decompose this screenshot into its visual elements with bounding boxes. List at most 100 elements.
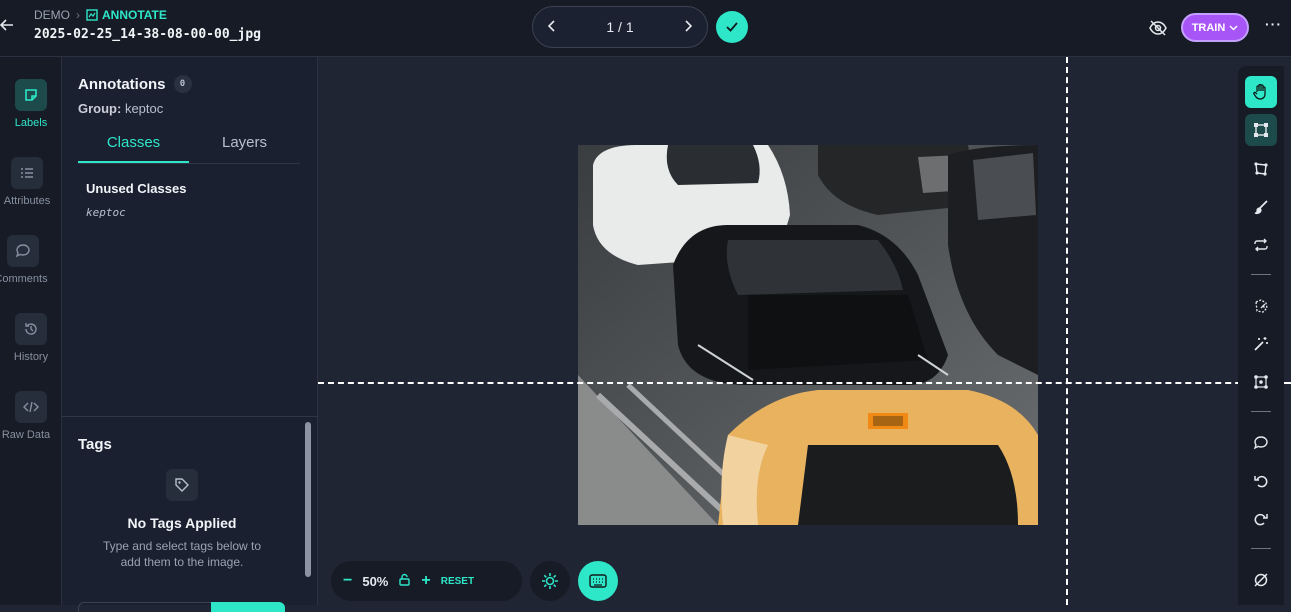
zoom-controls: − 50% + RESET [331,561,522,601]
polygon-tool-button[interactable] [1245,153,1277,185]
history-icon [15,313,47,345]
code-icon [15,391,47,423]
rail-item-label: Labels [14,117,48,129]
repeat-icon [1254,238,1268,252]
zoom-percent: 50% [362,573,389,589]
brush-tool-button[interactable] [1245,191,1277,223]
keyboard-shortcuts-button[interactable] [578,561,618,601]
annotations-heading: Annotations 0 [78,75,192,93]
keypoint-tool-button[interactable] [1245,366,1277,398]
annotation-canvas[interactable] [318,57,1238,605]
image-filename: 2025-02-25_14-38-08-00-00_jpg [34,27,261,42]
panel-scrollbar[interactable] [305,422,311,577]
redo-icon [1254,513,1268,526]
toolbar-divider [1251,548,1271,549]
previous-image-icon[interactable] [547,19,557,35]
comment-tool-button[interactable] [1245,427,1277,459]
unused-class-item[interactable]: keptoc [86,206,126,219]
polygon-icon [1254,162,1268,176]
chevron-right-icon: › [76,8,80,22]
annotations-panel: Annotations 0 Group: keptoc Classes Laye… [62,57,318,612]
check-icon [726,22,738,32]
null-icon [1254,573,1268,587]
no-tags-description: Type and select tags below to add them t… [102,539,262,569]
image-pager: 1 / 1 [532,6,708,48]
group-info: Group: keptoc [78,101,163,116]
next-image-icon[interactable] [683,19,693,35]
lock-open-icon[interactable] [398,573,411,589]
toolbar-divider [1251,274,1271,275]
tags-section: Tags No Tags Applied Type and select tag… [62,416,318,612]
redo-button[interactable] [1245,503,1277,535]
convert-tool-button[interactable] [1245,229,1277,261]
magic-wand-icon [1254,337,1268,351]
breadcrumb: DEMO › ANNOTATE [34,8,167,22]
breadcrumb-root[interactable]: DEMO [34,8,70,22]
more-options-icon[interactable]: ··· [1265,16,1282,32]
back-arrow-icon[interactable] [0,18,16,36]
group-label: Group: [78,101,122,116]
tab-classes[interactable]: Classes [78,127,189,163]
brightness-button[interactable] [530,561,570,601]
crosshair-horizontal-line [318,382,1238,384]
rail-item-raw-data[interactable]: Raw Data [0,391,57,441]
zoom-in-button[interactable]: + [421,572,430,590]
breadcrumb-current-label: ANNOTATE [102,8,167,22]
sun-icon [542,573,558,589]
eye-off-icon[interactable] [1148,18,1168,38]
toolbar-divider [1251,411,1271,412]
undo-icon [1254,475,1268,488]
rail-item-label: Comments [0,273,48,285]
rail-item-label: Attributes [3,195,51,207]
comment-icon [7,235,39,267]
crosshair-horizontal-line-tail [1284,382,1291,384]
rail-item-attributes[interactable]: Attributes [0,157,58,207]
rail-item-label: History [13,351,49,363]
group-value: keptoc [124,101,164,116]
label-icon [15,79,47,111]
top-bar: DEMO › ANNOTATE 2025-02-25_14-38-08-00-0… [0,0,1291,57]
tags-heading: Tags [78,436,112,453]
hand-icon [1253,83,1266,100]
smart-polygon-icon [1255,299,1268,313]
rail-item-comments[interactable]: Comments [0,235,52,285]
unused-classes-heading: Unused Classes [86,181,187,196]
add-tag-button[interactable] [211,602,285,612]
rail-item-label: Raw Data [1,429,51,441]
tab-layers[interactable]: Layers [189,127,300,163]
magic-wand-tool-button[interactable] [1245,328,1277,360]
zoom-reset-button[interactable]: RESET [441,576,474,587]
comment-icon [1253,436,1268,450]
undo-button[interactable] [1245,465,1277,497]
annotation-tabs: Classes Layers [78,127,300,164]
annotations-title: Annotations [78,75,166,93]
annotations-count-badge: 0 [173,75,192,93]
keyboard-icon [589,574,607,588]
annotate-icon [86,9,98,21]
no-tags-title: No Tags Applied [127,515,237,531]
rail-item-history[interactable]: History [0,313,62,363]
train-label: TRAIN [1191,21,1226,34]
keypoints-icon [1254,375,1268,389]
approve-check-button[interactable] [716,11,748,43]
tag-icon [166,469,198,501]
tag-input[interactable] [78,602,212,612]
crosshair-vertical-line [1066,57,1068,605]
clear-annotations-button[interactable] [1245,564,1277,596]
tools-toolbar [1238,66,1284,605]
left-rail: Labels Attributes Comments History Raw D… [0,57,62,605]
smart-select-tool-button[interactable] [1245,290,1277,322]
pan-tool-button[interactable] [1245,76,1277,108]
canvas-right-edge [1284,57,1291,605]
image-being-annotated [578,145,1038,525]
bounding-box-tool-button[interactable] [1245,114,1277,146]
chevron-down-icon [1229,24,1238,31]
list-icon [11,157,43,189]
brush-icon [1254,200,1268,215]
bounding-box-icon [1254,123,1268,137]
train-button[interactable]: TRAIN [1181,13,1249,42]
pager-text: 1 / 1 [606,19,634,35]
rail-item-labels[interactable]: Labels [0,79,62,129]
breadcrumb-current: ANNOTATE [86,8,167,22]
zoom-out-button[interactable]: − [343,572,352,590]
